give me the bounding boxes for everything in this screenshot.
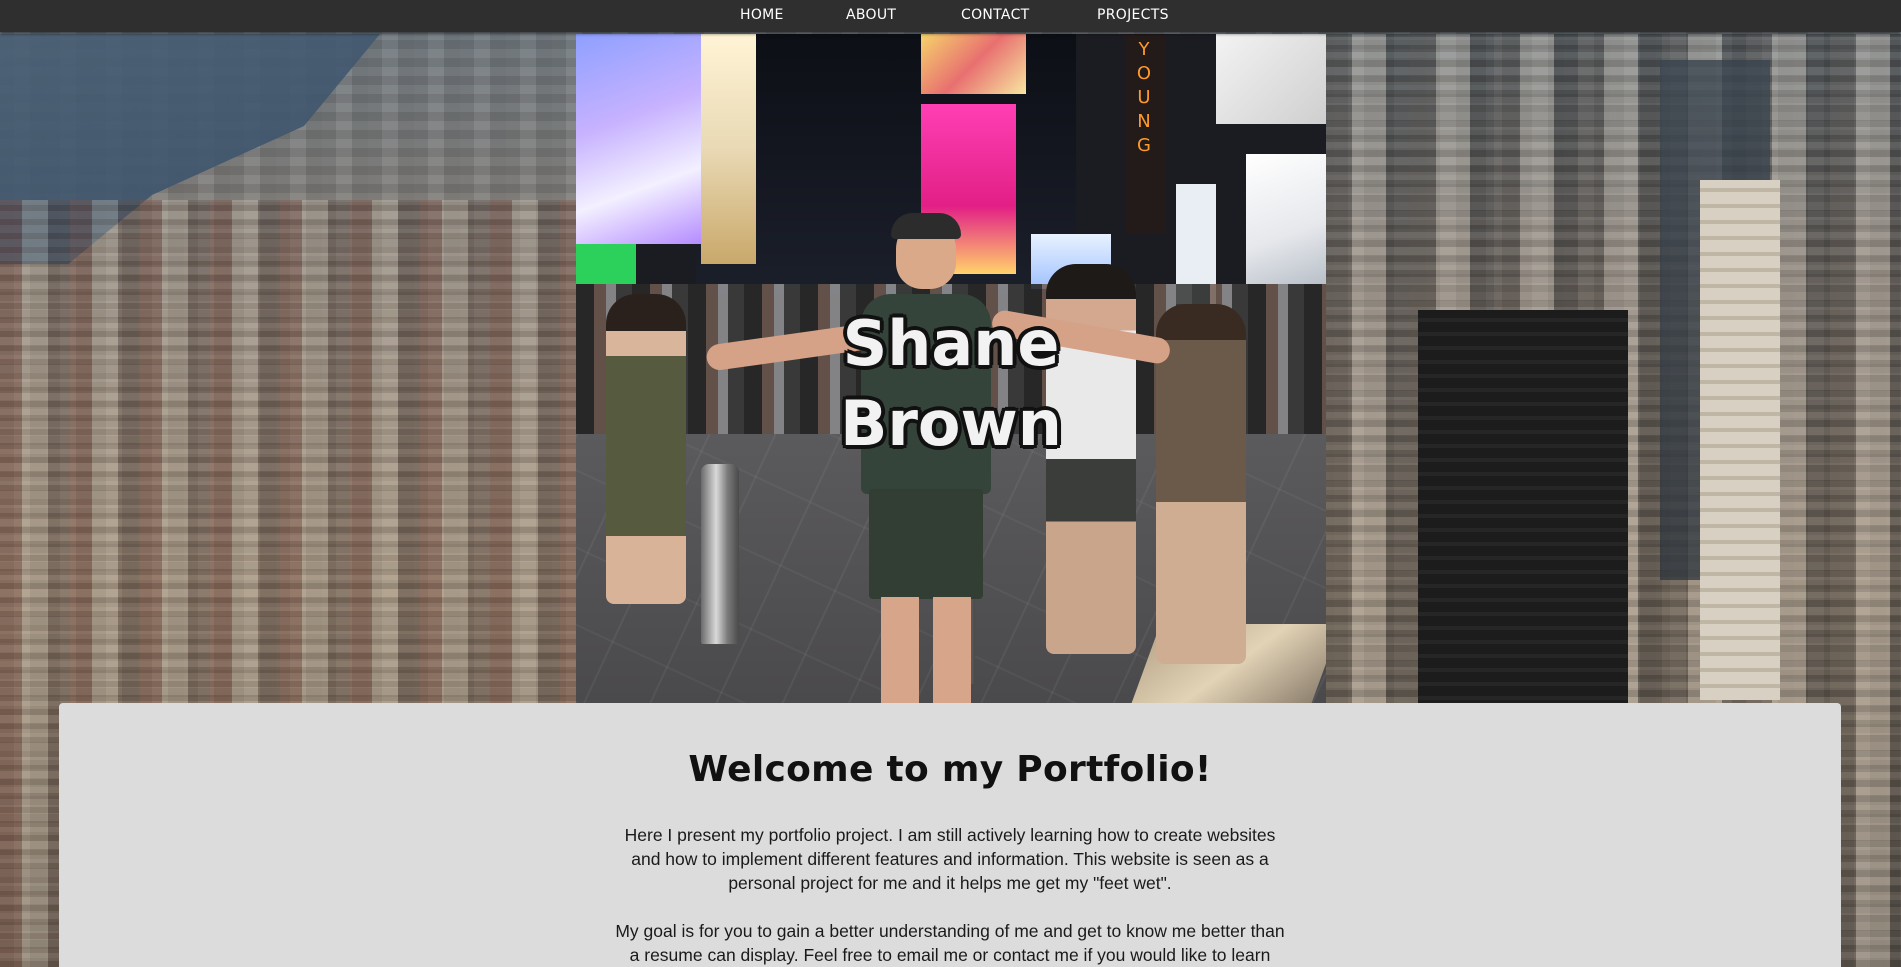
background-dark-tower [1418, 310, 1628, 710]
intro-paragraph: Here I present my portfolio project. I a… [589, 823, 1311, 895]
subject-leg [881, 597, 919, 703]
hero-photo: YOUNG Shane Brown [576, 34, 1326, 703]
hero-name-overlay: Shane Brown [576, 304, 1326, 464]
billboard [921, 34, 1026, 94]
billboard [576, 244, 636, 284]
intro-paragraph-line: and how to implement different features … [631, 849, 1269, 869]
goal-paragraph: My goal is for you to gain a better unde… [589, 919, 1311, 967]
background-clock-tower [1700, 180, 1780, 700]
subject-leg [933, 597, 971, 703]
top-navbar: HOME ABOUT CONTACT PROJECTS [0, 0, 1901, 32]
intro-paragraph-line: Here I present my portfolio project. I a… [624, 825, 1276, 845]
billboard [701, 34, 756, 264]
nav-contact-link[interactable]: CONTACT [961, 7, 1030, 23]
hero-first-name: Shane [842, 307, 1060, 380]
billboard [1246, 154, 1326, 284]
subject-shorts [869, 489, 983, 599]
billboard-vertical-text: YOUNG [1136, 39, 1152, 156]
subject-cap [891, 213, 961, 239]
bollard [701, 464, 739, 644]
nav-projects-link[interactable]: PROJECTS [1097, 7, 1169, 23]
nav-home-link[interactable]: HOME [740, 7, 784, 23]
page-title: Welcome to my Portfolio! [688, 749, 1212, 790]
page: HOME ABOUT CONTACT PROJECTS YOUNG Shane … [0, 0, 1901, 967]
billboard [576, 34, 701, 244]
goal-paragraph-line: My goal is for you to gain a better unde… [615, 921, 1285, 941]
hero-last-name: Brown [840, 387, 1062, 460]
nav-about-link[interactable]: ABOUT [846, 7, 896, 23]
billboard [1216, 34, 1326, 124]
goal-paragraph-line: a resume can display. Feel free to email… [629, 945, 1271, 965]
welcome-card: Welcome to my Portfolio! Here I present … [59, 703, 1841, 967]
intro-paragraph-line: personal project for me and it helps me … [728, 873, 1172, 893]
